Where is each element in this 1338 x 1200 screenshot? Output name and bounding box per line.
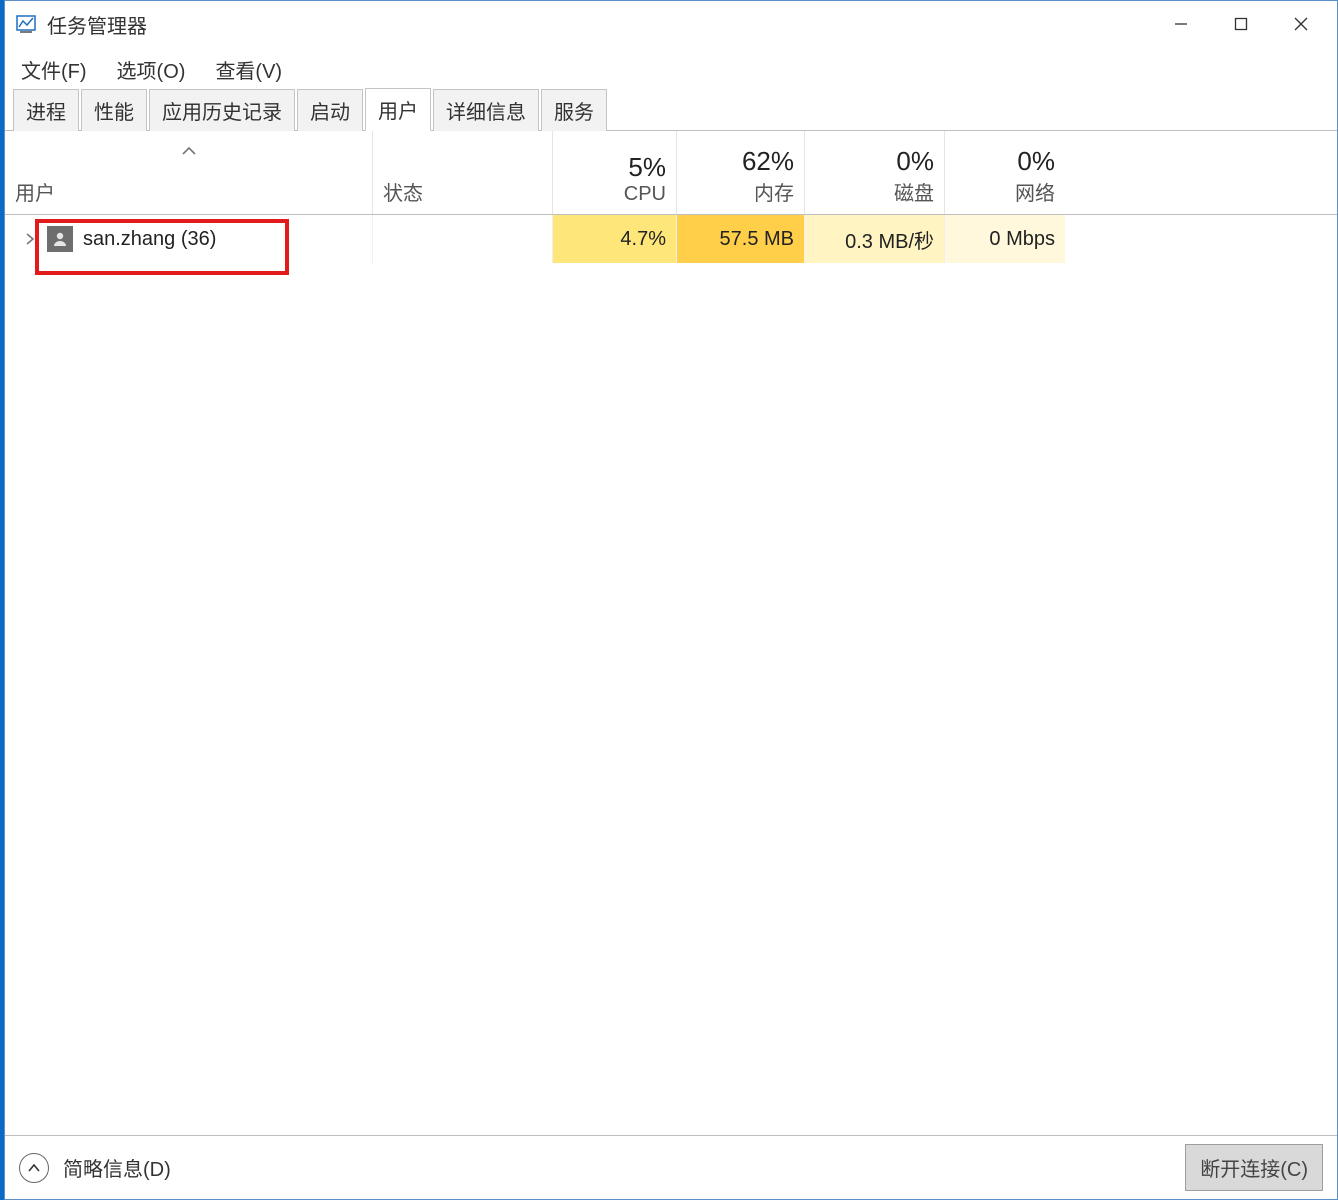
user-name-text: san.zhang (36) <box>83 228 216 251</box>
minimize-button[interactable] <box>1151 4 1211 44</box>
menubar: 文件(F) 选项(O) 查看(V) <box>5 47 1337 91</box>
chevron-right-icon[interactable] <box>23 232 37 246</box>
fewer-details-label[interactable]: 简略信息(D) <box>63 1153 171 1182</box>
menu-view[interactable]: 查看(V) <box>209 51 288 88</box>
user-icon <box>47 226 73 252</box>
task-manager-window: 任务管理器 文件(F) 选项(O) 查看(V) 进程 性能 应用历史记录 启动 … <box>4 0 1338 1200</box>
column-label-status: 状态 <box>383 177 542 206</box>
column-pct-disk: 0% <box>815 146 934 177</box>
close-button[interactable] <box>1271 4 1331 44</box>
column-header-memory[interactable]: 62% 内存 <box>677 131 805 214</box>
column-label-network: 网络 <box>955 177 1055 206</box>
chevron-up-icon <box>181 139 197 162</box>
column-pct-memory: 62% <box>687 146 794 177</box>
user-row[interactable]: san.zhang (36) 4.7% 57.5 MB 0.3 MB/秒 0 M… <box>5 215 1337 263</box>
column-label-cpu: CPU <box>563 183 666 206</box>
disconnect-button[interactable]: 断开连接(C) <box>1185 1144 1323 1191</box>
content-area: 用户 状态 5% CPU 62% 内存 0% 磁盘 0% 网络 <box>5 131 1337 1135</box>
column-label-memory: 内存 <box>687 177 794 206</box>
chevron-up-icon <box>27 1163 41 1173</box>
maximize-button[interactable] <box>1211 4 1271 44</box>
column-header-cpu[interactable]: 5% CPU <box>553 131 677 214</box>
cell-disk: 0.3 MB/秒 <box>805 215 945 263</box>
column-label-disk: 磁盘 <box>815 177 934 206</box>
rows: san.zhang (36) 4.7% 57.5 MB 0.3 MB/秒 0 M… <box>5 215 1337 1135</box>
cell-memory: 57.5 MB <box>677 215 805 263</box>
cell-network: 0 Mbps <box>945 215 1065 263</box>
tab-users[interactable]: 用户 <box>365 88 431 131</box>
tab-services[interactable]: 服务 <box>541 89 607 131</box>
cell-status <box>373 215 553 263</box>
window-title: 任务管理器 <box>47 10 147 39</box>
column-label-user: 用户 <box>15 177 362 206</box>
fewer-details-button[interactable] <box>19 1153 49 1183</box>
column-header-disk[interactable]: 0% 磁盘 <box>805 131 945 214</box>
app-icon <box>15 13 37 35</box>
footer: 简略信息(D) 断开连接(C) <box>5 1135 1337 1199</box>
titlebar: 任务管理器 <box>5 1 1337 47</box>
tab-processes[interactable]: 进程 <box>13 89 79 131</box>
cell-cpu: 4.7% <box>553 215 677 263</box>
tab-startup[interactable]: 启动 <box>297 89 363 131</box>
column-header-status[interactable]: 状态 <box>373 131 553 214</box>
column-pct-network: 0% <box>955 146 1055 177</box>
column-pct-cpu: 5% <box>563 152 666 183</box>
tab-performance[interactable]: 性能 <box>81 89 147 131</box>
column-header-user[interactable]: 用户 <box>5 131 373 214</box>
tabstrip: 进程 性能 应用历史记录 启动 用户 详细信息 服务 <box>5 91 1337 131</box>
tab-app-history[interactable]: 应用历史记录 <box>149 89 295 131</box>
column-header-network[interactable]: 0% 网络 <box>945 131 1065 214</box>
column-headers: 用户 状态 5% CPU 62% 内存 0% 磁盘 0% 网络 <box>5 131 1337 215</box>
tab-details[interactable]: 详细信息 <box>433 89 539 131</box>
menu-options[interactable]: 选项(O) <box>111 51 192 88</box>
cell-user-name: san.zhang (36) <box>5 215 373 263</box>
menu-file[interactable]: 文件(F) <box>15 51 93 88</box>
